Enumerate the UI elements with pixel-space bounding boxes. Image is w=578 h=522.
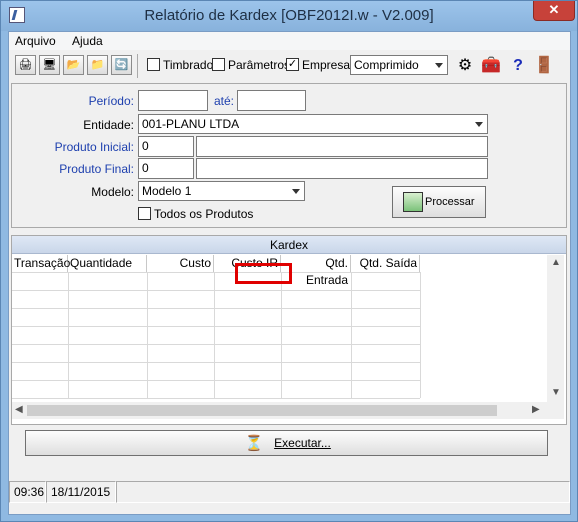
execute-icon: ⏳: [244, 434, 264, 452]
grid-line: [68, 272, 69, 398]
grid-line: [147, 272, 148, 398]
vertical-scrollbar[interactable]: ▲ ▼: [547, 255, 564, 402]
modelo-select-value: Modelo 1: [142, 184, 192, 198]
col-qtd-saida[interactable]: Qtd. Saída: [351, 255, 420, 272]
grid-line: [12, 362, 420, 363]
process-icon: [403, 192, 423, 212]
settings-icon[interactable]: ⚙: [455, 56, 475, 76]
scroll-down-icon[interactable]: ▼: [551, 387, 561, 398]
modelo-select[interactable]: Modelo 1: [138, 181, 305, 201]
grid-line: [12, 272, 420, 273]
execute-label: Executar...: [274, 436, 331, 450]
col-quantidade[interactable]: Quantidade: [68, 255, 147, 272]
window-title: Relatório de Kardex [OBF2012I.w - V2.009…: [144, 7, 434, 24]
help-icon[interactable]: ?: [508, 56, 528, 76]
grid-line: [12, 308, 420, 309]
print-icon[interactable]: 🖨: [15, 55, 36, 75]
produto-inicial-description: [196, 136, 488, 157]
periodo-start-field[interactable]: [138, 90, 208, 111]
process-button[interactable]: Processar: [392, 186, 486, 218]
entidade-label: Entidade:: [83, 118, 134, 132]
grid-line: [420, 272, 421, 398]
filter-panel: Período: até: Entidade: 001-PLANU LTDA P…: [11, 83, 567, 228]
kardex-title: Kardex: [12, 236, 566, 254]
produto-final-description: [196, 158, 488, 179]
client-area: Arquivo Ajuda 🖨 🖥 📂 📁 🔄 Timbrado Parâmet…: [8, 31, 571, 515]
format-select-value: Comprimido: [354, 58, 419, 72]
open-folder-icon[interactable]: 📂: [63, 55, 84, 75]
produto-inicial-label: Produto Inicial:: [54, 140, 134, 154]
col-custo[interactable]: Custo: [147, 255, 214, 272]
entidade-select-value: 001-PLANU LTDA: [142, 117, 240, 131]
grid-line: [351, 272, 352, 398]
title-bar[interactable]: Relatório de Kardex [OBF2012I.w - V2.009…: [1, 1, 577, 31]
execute-button[interactable]: ⏳ Executar...: [25, 430, 548, 456]
refresh-icon[interactable]: 🔄: [111, 55, 132, 75]
entidade-select[interactable]: 001-PLANU LTDA: [138, 114, 488, 134]
scroll-thumb[interactable]: [27, 405, 497, 416]
grid-line: [214, 272, 215, 398]
periodo-end-field[interactable]: [237, 90, 306, 111]
custo-ir-highlight: [235, 263, 292, 284]
timbrado-checkbox[interactable]: [147, 58, 160, 71]
menu-arquivo[interactable]: Arquivo: [15, 34, 56, 48]
parametros-checkbox[interactable]: [212, 58, 225, 71]
periodo-label: Período:: [88, 94, 134, 108]
parametros-label: Parâmetros: [228, 58, 291, 72]
col-transacao[interactable]: Transação: [12, 255, 70, 272]
scroll-up-icon[interactable]: ▲: [551, 257, 561, 268]
grid-line: [12, 344, 420, 345]
scroll-right-icon[interactable]: ▶: [532, 404, 540, 415]
status-bar: 09:36 18/11/2015: [9, 481, 570, 503]
timbrado-label: Timbrado: [163, 58, 214, 72]
toolbar-separator: [137, 54, 138, 78]
chevron-down-icon: [435, 63, 443, 68]
preview-icon[interactable]: 🖥: [39, 55, 60, 75]
tools-icon[interactable]: 🧰: [481, 56, 501, 76]
modelo-label: Modelo:: [91, 185, 134, 199]
grid-line: [281, 272, 282, 398]
toolbar: 🖨 🖥 📂 📁 🔄 Timbrado Parâmetros ✓ Empresa …: [9, 52, 570, 80]
todos-produtos-checkbox[interactable]: [138, 207, 151, 220]
todos-produtos-label: Todos os Produtos: [154, 207, 254, 221]
process-label: Processar: [425, 196, 475, 208]
produto-final-label: Produto Final:: [59, 162, 134, 176]
status-date: 18/11/2015: [46, 481, 116, 503]
horizontal-scrollbar[interactable]: ◀ ▶: [12, 402, 564, 419]
menu-ajuda[interactable]: Ajuda: [72, 34, 103, 48]
empresa-label: Empresa: [302, 58, 351, 72]
grid-line: [12, 290, 420, 291]
grid-line: [12, 326, 420, 327]
close-button[interactable]: ✕: [533, 1, 575, 21]
produto-final-field[interactable]: 0: [138, 158, 194, 179]
scroll-left-icon[interactable]: ◀: [15, 404, 23, 415]
status-message: [116, 481, 570, 503]
exit-icon[interactable]: 🚪: [534, 56, 554, 76]
app-window: Relatório de Kardex [OBF2012I.w - V2.009…: [0, 0, 578, 522]
menu-bar: Arquivo Ajuda: [9, 32, 570, 50]
ate-label: até:: [213, 94, 234, 108]
grid-line: [12, 398, 420, 399]
chevron-down-icon: [292, 189, 300, 194]
status-time: 09:36: [9, 481, 46, 503]
export-icon[interactable]: 📁: [87, 55, 108, 75]
produto-inicial-field[interactable]: 0: [138, 136, 194, 157]
kardex-table: Kardex Transação Quantidade Custo Custo …: [11, 235, 567, 425]
empresa-checkbox[interactable]: ✓: [286, 58, 299, 71]
chevron-down-icon: [475, 122, 483, 127]
grid-line: [12, 380, 420, 381]
format-select[interactable]: Comprimido: [350, 55, 448, 75]
